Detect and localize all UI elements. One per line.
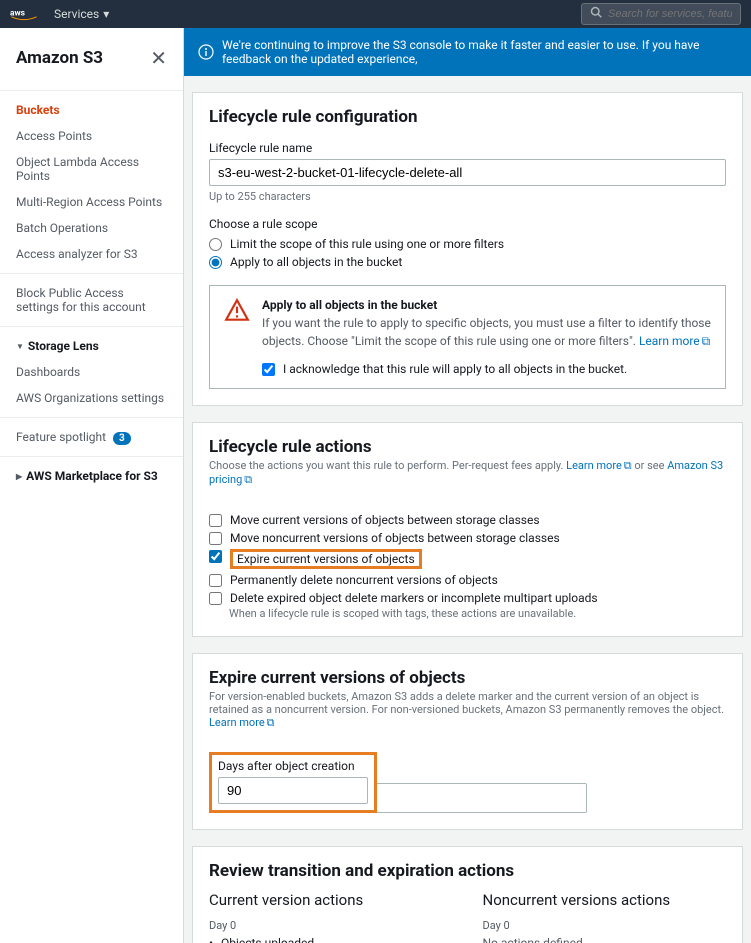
caret-down-icon: ▼ bbox=[16, 342, 24, 351]
heading-expire: Expire current versions of objects bbox=[209, 668, 726, 688]
search-icon bbox=[590, 6, 602, 22]
sidebar-item-batch-ops[interactable]: Batch Operations bbox=[0, 215, 183, 241]
col-noncurrent-actions: Noncurrent versions actions Day 0 No act… bbox=[483, 891, 727, 943]
label-day0: Day 0 bbox=[209, 919, 453, 932]
checkbox-delete-markers[interactable]: Delete expired object delete markers or … bbox=[209, 589, 726, 607]
sidebar-item-aws-org[interactable]: AWS Organizations settings bbox=[0, 385, 183, 411]
radio-scope-filter[interactable]: Limit the scope of this rule using one o… bbox=[209, 235, 726, 253]
checkbox-move-noncurrent[interactable]: Move noncurrent versions of objects betw… bbox=[209, 529, 726, 547]
heading-review: Review transition and expiration actions bbox=[209, 861, 726, 881]
text-nc-none: No actions defined. bbox=[483, 936, 727, 943]
help-rule-name: Up to 255 characters bbox=[209, 190, 726, 203]
checkbox-move-current[interactable]: Move current versions of objects between… bbox=[209, 511, 726, 529]
sidebar-item-access-analyzer[interactable]: Access analyzer for S3 bbox=[0, 241, 183, 267]
checkbox-delete-noncurrent[interactable]: Permanently delete noncurrent versions o… bbox=[209, 571, 726, 589]
heading-actions: Lifecycle rule actions bbox=[209, 437, 726, 457]
sidebar-item-object-lambda[interactable]: Object Lambda Access Points bbox=[0, 149, 183, 189]
label-days: Days after object creation bbox=[218, 759, 368, 773]
panel-expire: Expire current versions of objects For v… bbox=[192, 653, 743, 830]
global-search[interactable] bbox=[581, 3, 741, 25]
link-learn-more-expire[interactable]: Learn more⧉ bbox=[209, 716, 275, 729]
sidebar: Amazon S3 ✕ Buckets Access Points Object… bbox=[0, 28, 184, 943]
warning-box: Apply to all objects in the bucket If yo… bbox=[209, 285, 726, 389]
sidebar-item-buckets[interactable]: Buckets bbox=[0, 97, 183, 123]
external-link-icon: ⧉ bbox=[267, 716, 275, 730]
search-input[interactable] bbox=[608, 8, 732, 20]
panel-review: Review transition and expiration actions… bbox=[192, 846, 743, 943]
sub-expire: For version-enabled buckets, Amazon S3 a… bbox=[209, 690, 726, 730]
service-title: Amazon S3 bbox=[16, 48, 103, 68]
checkbox-expire-current[interactable]: Expire current versions of objects bbox=[209, 547, 726, 571]
sidebar-item-multi-region[interactable]: Multi-Region Access Points bbox=[0, 189, 183, 215]
warning-icon bbox=[224, 298, 250, 324]
aws-logo[interactable]: aws bbox=[10, 7, 38, 21]
sidebar-group-storage-lens[interactable]: ▼ Storage Lens bbox=[0, 333, 183, 359]
info-icon bbox=[198, 44, 214, 60]
external-link-icon: ⧉ bbox=[624, 459, 632, 473]
panel-configuration: Lifecycle rule configuration Lifecycle r… bbox=[192, 92, 743, 406]
input-rule-name[interactable] bbox=[209, 159, 726, 186]
external-link-icon: ⧉ bbox=[244, 473, 252, 487]
panel-actions: Lifecycle rule actions Choose the action… bbox=[192, 422, 743, 637]
caret-down-icon: ▾ bbox=[103, 7, 109, 21]
label-rule-name: Lifecycle rule name bbox=[209, 141, 726, 155]
link-learn-more-actions[interactable]: Learn more⧉ bbox=[566, 459, 632, 472]
warning-title: Apply to all objects in the bucket bbox=[262, 298, 711, 312]
sidebar-item-feature-spotlight[interactable]: Feature spotlight 3 bbox=[0, 424, 183, 450]
services-menu[interactable]: Services ▾ bbox=[54, 7, 109, 21]
col-current-actions: Current version actions Day 0 Objects up… bbox=[209, 891, 453, 943]
title-current: Current version actions bbox=[209, 891, 453, 909]
checkbox-acknowledge[interactable]: I acknowledge that this rule will apply … bbox=[262, 362, 711, 376]
caret-right-icon: ▶ bbox=[16, 472, 22, 481]
heading-config: Lifecycle rule configuration bbox=[209, 107, 726, 127]
help-delete-markers: When a lifecycle rule is scoped with tag… bbox=[229, 607, 726, 620]
close-icon[interactable]: ✕ bbox=[150, 46, 167, 70]
sidebar-item-access-points[interactable]: Access Points bbox=[0, 123, 183, 149]
sidebar-item-block-public[interactable]: Block Public Access settings for this ac… bbox=[0, 280, 183, 320]
info-banner: We're continuing to improve the S3 conso… bbox=[184, 28, 751, 76]
sidebar-group-marketplace[interactable]: ▶ AWS Marketplace for S3 bbox=[0, 463, 183, 489]
bullet-uploaded: Objects uploaded bbox=[209, 936, 453, 943]
input-days[interactable] bbox=[218, 777, 368, 804]
input-extension bbox=[377, 783, 587, 813]
external-link-icon: ⧉ bbox=[702, 332, 711, 350]
badge-count: 3 bbox=[113, 432, 131, 445]
radio-scope-all[interactable]: Apply to all objects in the bucket bbox=[209, 253, 726, 271]
label-rule-scope: Choose a rule scope bbox=[209, 217, 726, 231]
warning-text: If you want the rule to apply to specifi… bbox=[262, 314, 711, 350]
label-nc-day0: Day 0 bbox=[483, 919, 727, 932]
link-learn-more[interactable]: Learn more⧉ bbox=[639, 334, 710, 348]
sub-actions: Choose the actions you want this rule to… bbox=[209, 459, 726, 487]
sidebar-item-dashboards[interactable]: Dashboards bbox=[0, 359, 183, 385]
title-noncurrent: Noncurrent versions actions bbox=[483, 891, 727, 909]
